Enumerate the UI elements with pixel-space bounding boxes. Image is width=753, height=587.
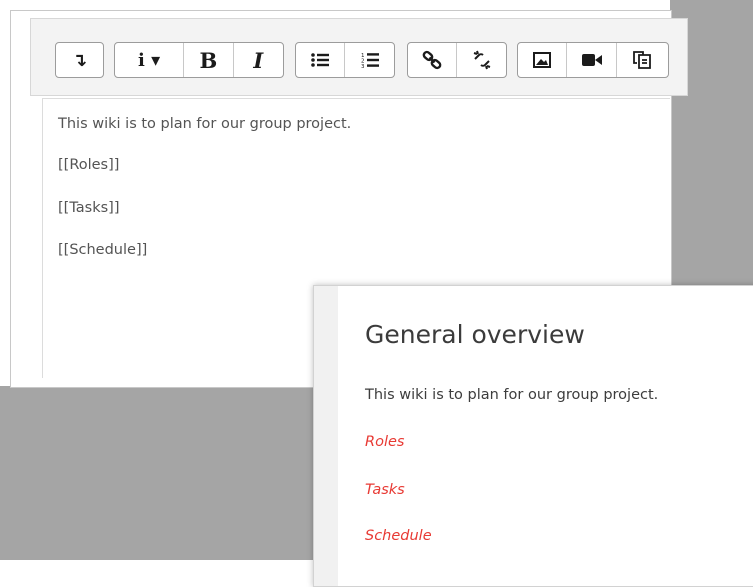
paste-icon	[633, 51, 652, 69]
svg-text:3: 3	[361, 64, 365, 68]
numbered-list-button[interactable]: 1 2 3	[345, 43, 394, 77]
preview-intro-text: This wiki is to plan for our group proje…	[365, 387, 659, 403]
numbered-list-icon: 1 2 3	[361, 53, 379, 68]
italic-button[interactable]: I	[234, 43, 283, 77]
editor-line-tasks: [[Tasks]]	[58, 200, 120, 216]
link-roles[interactable]: Roles	[365, 434, 404, 450]
page-title: General overview	[365, 320, 585, 349]
toolbar-group-lists: 1 2 3	[295, 42, 395, 78]
editor-toolbar: ↴ i ▾ B I 1 2 3	[30, 18, 688, 96]
paragraph-style-icon: i ▾	[138, 49, 161, 71]
bold-icon: B	[199, 47, 218, 73]
video-icon	[581, 54, 602, 66]
editor-line-roles: [[Roles]]	[58, 157, 120, 173]
preview-side-strip	[314, 286, 338, 586]
toolbar-group-collapse: ↴	[55, 42, 104, 78]
toolbar-group-text-format: i ▾ B I	[114, 42, 284, 78]
bullet-list-icon	[311, 53, 329, 67]
editor-line-schedule: [[Schedule]]	[58, 242, 148, 258]
editor-line-intro: This wiki is to plan for our group proje…	[58, 116, 352, 132]
unlink-button[interactable]	[457, 43, 506, 77]
video-button[interactable]	[567, 43, 617, 77]
paragraph-style-button[interactable]: i ▾	[115, 43, 185, 77]
image-icon	[533, 52, 552, 68]
image-button[interactable]	[518, 43, 568, 77]
collapse-toolbar-button[interactable]: ↴	[56, 43, 103, 77]
unlink-icon	[473, 50, 490, 70]
link-tasks[interactable]: Tasks	[365, 482, 405, 498]
link-button[interactable]	[408, 43, 458, 77]
link-icon	[422, 50, 442, 70]
paste-button[interactable]	[617, 43, 668, 77]
link-schedule[interactable]: Schedule	[365, 528, 432, 544]
background-bottom	[0, 386, 320, 560]
collapse-arrow-icon: ↴	[71, 49, 88, 71]
wiki-preview-panel: General overview This wiki is to plan fo…	[313, 285, 753, 587]
toolbar-group-links	[407, 42, 507, 78]
italic-icon: I	[253, 47, 264, 73]
bold-button[interactable]: B	[184, 43, 234, 77]
toolbar-group-media	[517, 42, 669, 78]
bullet-list-button[interactable]	[296, 43, 346, 77]
